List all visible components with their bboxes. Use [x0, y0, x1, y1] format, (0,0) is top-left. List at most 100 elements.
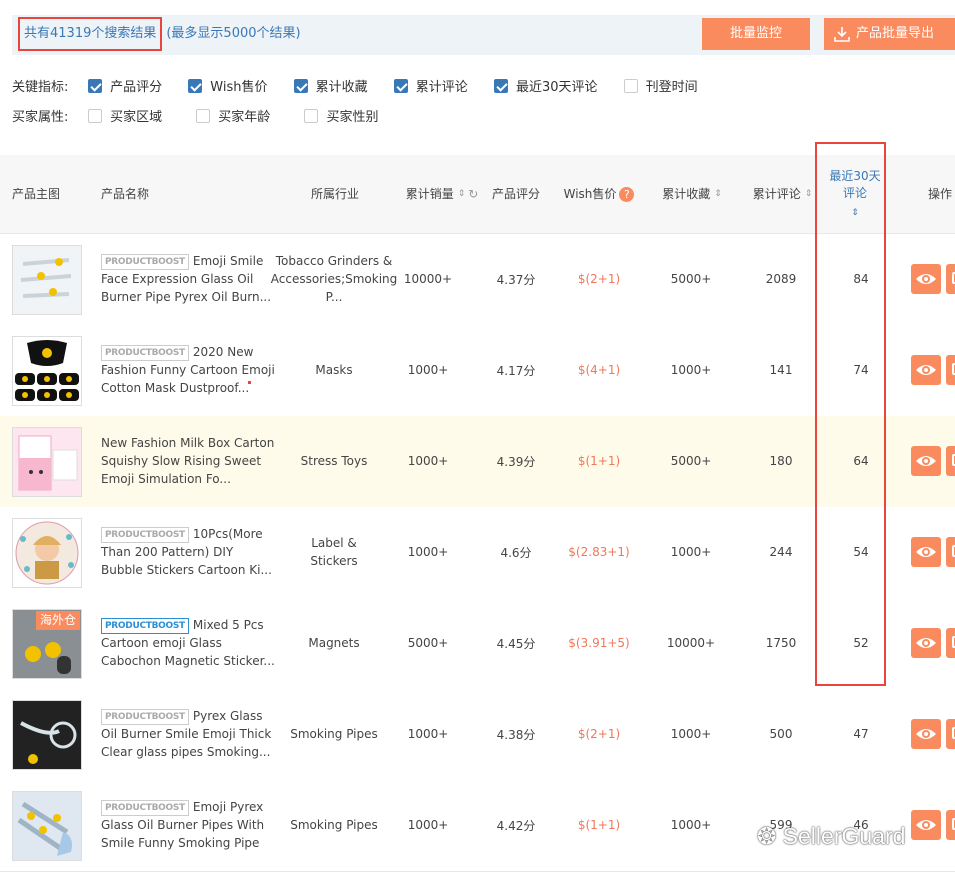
product-name[interactable]: PRODUCTBOOST 10Pcs(More Than 200 Pattern)…	[101, 507, 276, 597]
watermark-text: SellerGuard	[782, 823, 906, 849]
header-industry: 所属行业	[310, 187, 359, 201]
filter-rating[interactable]: 产品评分	[88, 76, 162, 95]
table-row[interactable]: PRODUCTBOOST 10Pcs(More Than 200 Pattern)…	[0, 507, 955, 599]
view-button[interactable]	[911, 537, 941, 567]
view-button[interactable]	[911, 810, 941, 840]
table-row[interactable]: PRODUCTBOOST Pyrex Glass Oil Burner Smile…	[0, 689, 955, 781]
eye-icon	[916, 729, 936, 739]
header-image: 产品主图	[12, 187, 61, 201]
product-favorites: 1000+	[670, 727, 712, 741]
view-button[interactable]	[911, 719, 941, 749]
product-reviews: 1750	[765, 636, 797, 650]
product-name[interactable]: PRODUCTBOOST Pyrex Glass Oil Burner Smile…	[101, 689, 276, 779]
product-image[interactable]	[12, 700, 82, 770]
table-row[interactable]: PRODUCTBOOST 2020 New Fashion Funny Carto…	[0, 325, 955, 417]
header-recent-reviews[interactable]: 最近30天评论 ⇕	[828, 155, 882, 233]
productboost-badge: PRODUCTBOOST	[101, 254, 189, 270]
filter-reviews-label: 累计评论	[415, 80, 468, 95]
filter-wish-price[interactable]: Wish售价	[188, 76, 268, 95]
eye-icon	[916, 638, 936, 648]
product-favorites: 1000+	[670, 818, 712, 832]
filter-favorites[interactable]: 累计收藏	[293, 76, 368, 95]
product-price: $(1+1)	[577, 454, 621, 468]
product-image[interactable]	[12, 518, 82, 588]
monitor-button[interactable]	[946, 628, 955, 658]
header-name: 产品名称	[101, 187, 150, 201]
view-button[interactable]	[911, 446, 941, 476]
checkbox-unchecked-icon[interactable]	[623, 79, 638, 93]
checkbox-checked-icon[interactable]	[493, 79, 508, 93]
table-row[interactable]: New Fashion Milk Box Carton Squishy Slow…	[0, 416, 955, 508]
view-button[interactable]	[911, 628, 941, 658]
batch-export-label: 产品批量导出	[856, 26, 935, 41]
sort-icon[interactable]: ⇕	[458, 190, 466, 199]
filter-buyer-gender[interactable]: 买家性别	[304, 106, 378, 125]
product-image[interactable]	[12, 791, 82, 861]
help-icon[interactable]: ?	[619, 187, 635, 202]
header-action: 操作	[928, 187, 953, 201]
checkbox-checked-icon[interactable]	[393, 79, 408, 93]
product-name[interactable]: PRODUCTBOOST 2020 New Fashion Funny Carto…	[101, 325, 276, 415]
header-sales[interactable]: 累计销量 ⇕ ↻	[392, 155, 492, 233]
product-price: $(4+1)	[577, 363, 621, 377]
filter-reviews[interactable]: 累计评论	[393, 76, 468, 95]
product-favorites: 5000+	[670, 454, 712, 468]
product-image[interactable]	[12, 245, 82, 315]
table-row[interactable]: PRODUCTBOOST Mixed 5 Pcs Cartoon emoji Gl…	[0, 598, 955, 690]
monitor-button[interactable]	[946, 719, 955, 749]
product-rating: 4.38分	[496, 727, 536, 742]
filter-buyer-region[interactable]: 买家区域	[88, 106, 162, 125]
monitor-button[interactable]	[946, 537, 955, 567]
product-recent-reviews: 64	[853, 454, 869, 468]
product-name[interactable]: PRODUCTBOOST Mixed 5 Pcs Cartoon emoji Gl…	[101, 598, 276, 688]
header-reviews[interactable]: 累计评论 ⇕	[745, 155, 820, 233]
batch-export-button[interactable]: 产品批量导出	[824, 18, 955, 50]
checkbox-checked-icon[interactable]	[188, 79, 203, 93]
filter-buyer-region-label: 买家区域	[110, 110, 163, 125]
productboost-badge: PRODUCTBOOST	[101, 800, 189, 816]
product-industry: Magnets	[308, 636, 360, 650]
sort-icon[interactable]: ⇕	[714, 190, 722, 199]
checkbox-unchecked-icon[interactable]	[88, 109, 103, 123]
monitor-button[interactable]	[946, 355, 955, 385]
product-sales: 1000+	[407, 363, 449, 377]
product-industry: Label & Stickers	[310, 536, 358, 568]
checkbox-checked-icon[interactable]	[88, 79, 103, 93]
checkbox-unchecked-icon[interactable]	[304, 109, 319, 123]
product-price: $(2+1)	[577, 272, 621, 286]
eye-icon	[916, 456, 936, 466]
checkbox-unchecked-icon[interactable]	[196, 109, 211, 123]
product-name-text: New Fashion Milk Box Carton Squishy Slow…	[101, 436, 275, 486]
product-image[interactable]	[12, 427, 82, 497]
sort-icon[interactable]: ⇕	[805, 190, 813, 199]
filter-recent-reviews[interactable]: 最近30天评论	[493, 76, 598, 95]
header-recent-reviews-label: 最近30天评论	[829, 169, 881, 200]
product-sales: 1000+	[407, 818, 449, 832]
product-favorites: 1000+	[670, 363, 712, 377]
filter-buyer-age[interactable]: 买家年龄	[196, 106, 270, 125]
view-button[interactable]	[911, 264, 941, 294]
product-name[interactable]: PRODUCTBOOST Emoji Pyrex Glass Oil Burner…	[101, 780, 276, 870]
monitor-button[interactable]	[946, 810, 955, 840]
product-image[interactable]	[12, 336, 82, 406]
view-button[interactable]	[911, 355, 941, 385]
key-metrics-filter: 关键指标: 产品评分 Wish售价 累计收藏 累计评论 最近30天评论 刊登时间	[12, 76, 720, 95]
refresh-icon[interactable]: ↻	[468, 187, 478, 201]
product-recent-reviews: 54	[853, 545, 869, 559]
batch-monitor-button[interactable]: 批量监控	[702, 18, 810, 50]
eye-icon	[916, 820, 936, 830]
product-name[interactable]: PRODUCTBOOST Emoji Smile Face Expression …	[101, 234, 276, 324]
monitor-button[interactable]	[946, 264, 955, 294]
monitor-button[interactable]	[946, 446, 955, 476]
table-row[interactable]: PRODUCTBOOST Emoji Smile Face Expression …	[0, 234, 955, 326]
results-count-text: 共有41319个搜索结果	[18, 17, 163, 51]
header-favorites[interactable]: 累计收藏 ⇕	[652, 155, 732, 233]
results-summary-bar: 共有41319个搜索结果 (最多显示5000个结果) 批量监控 产品批量导出	[12, 15, 955, 55]
filter-listing-time[interactable]: 刊登时间	[623, 76, 698, 95]
product-recent-reviews: 84	[853, 272, 869, 286]
wechat-icon: ❂	[757, 823, 783, 849]
sort-icon[interactable]: ⇕	[851, 209, 859, 218]
product-name[interactable]: New Fashion Milk Box Carton Squishy Slow…	[101, 416, 276, 506]
eye-icon	[916, 365, 936, 375]
checkbox-checked-icon[interactable]	[293, 79, 308, 93]
